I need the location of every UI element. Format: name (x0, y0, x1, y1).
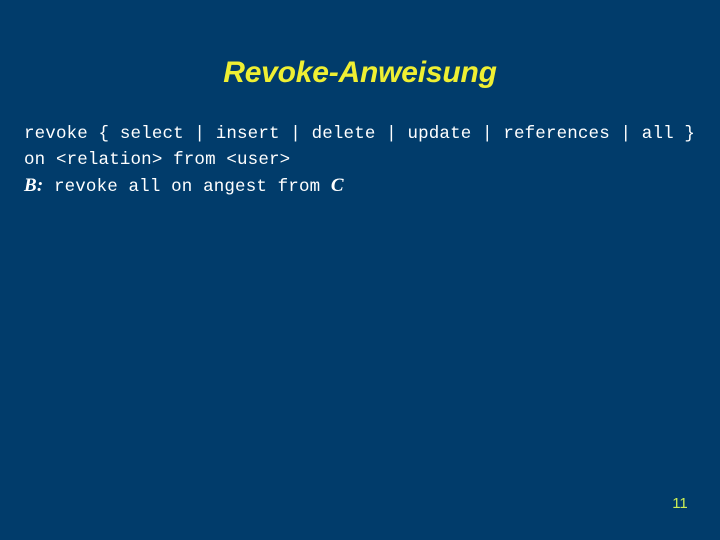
slide-body: revoke { select | insert | delete | upda… (24, 121, 720, 200)
syntax-line-2: on <relation> from <user> (24, 150, 291, 170)
example-user-label: B: (24, 175, 44, 196)
slide-canvas: Revoke-Anweisung revoke { select | inser… (0, 0, 720, 540)
page-number: 11 (672, 495, 688, 512)
example-line: B: revoke all on angest from C (24, 173, 720, 200)
example-statement: revoke all on angest from (43, 177, 331, 197)
example-grantee: C (330, 175, 344, 196)
page-title: Revoke-Anweisung (223, 56, 497, 89)
syntax-line-1: revoke { select | insert | delete | upda… (24, 124, 696, 144)
